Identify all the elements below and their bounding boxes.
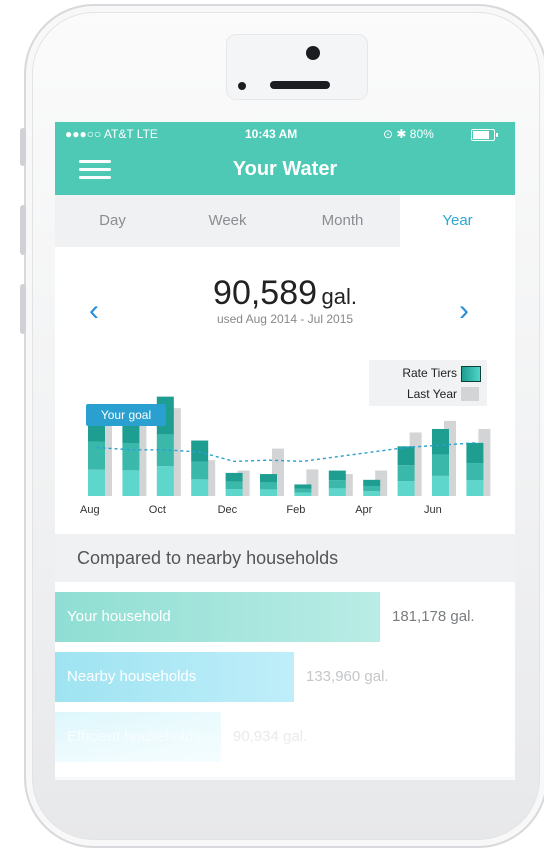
usage-value: 90,589 — [213, 274, 318, 312]
chevron-right-icon[interactable]: › — [459, 294, 469, 328]
tab-week[interactable]: Week — [170, 195, 285, 247]
tab-month[interactable]: Month — [285, 195, 400, 247]
carrier-signal: ●●●○○ AT&T LTE — [65, 127, 158, 141]
usage-bar-segment — [363, 491, 381, 496]
proximity-sensor — [238, 82, 246, 90]
usage-bar-segment — [397, 481, 415, 496]
usage-bar-segment — [191, 479, 209, 496]
battery-percent: 80% — [409, 127, 434, 141]
front-camera — [306, 46, 320, 60]
usage-bar-segment — [88, 469, 105, 496]
usage-bar-apr — [363, 479, 381, 496]
usage-bar-segment — [432, 454, 449, 476]
usage-bar-segment — [225, 472, 243, 482]
usage-bar-segment — [294, 492, 312, 496]
usage-bar-segment — [466, 480, 484, 496]
status-icons: ⊙ ✱ 80% — [383, 127, 434, 141]
x-tick-label: Feb — [286, 504, 306, 516]
usage-bar-segment — [294, 484, 312, 489]
comparison-label: Efficient households — [67, 728, 201, 745]
usage-bar-jan — [260, 474, 277, 496]
x-tick-label: Oct — [148, 504, 166, 516]
earpiece-housing — [226, 34, 368, 100]
status-bar: ●●●○○ AT&T LTE 10:43 AM ⊙ ✱ 80% — [55, 122, 515, 146]
usage-bar-segment — [260, 474, 277, 483]
usage-chart: Your goal — [86, 396, 491, 496]
usage-bar-segment — [466, 442, 484, 464]
comparison-label: Your household — [67, 608, 171, 625]
usage-bar-segment — [225, 489, 243, 496]
comparison-bar-3: Efficient households — [55, 712, 221, 762]
legend-rate-tiers-swatch — [461, 366, 481, 382]
legend-rate-tiers: Rate Tiers — [402, 366, 457, 380]
clock: 10:43 AM — [245, 127, 298, 141]
tab-year[interactable]: Year — [400, 195, 515, 247]
usage-bar-segment — [432, 475, 449, 496]
comparison-value: 133,960 gal. — [306, 668, 389, 685]
usage-bar-segment — [122, 470, 140, 496]
comparison-header: Compared to nearby households — [55, 534, 515, 582]
usage-bar-segment — [363, 479, 381, 486]
usage-bar-segment — [191, 461, 209, 480]
usage-unit: gal. — [321, 284, 357, 309]
usage-bar-segment — [88, 441, 105, 470]
usage-bar-segment — [122, 442, 140, 471]
usage-total: 90,589 gal. used Aug 2014 - Jul 2015 — [185, 274, 385, 326]
usage-bar-segment — [328, 488, 346, 496]
x-tick-label: Aug — [80, 504, 100, 516]
mute-switch — [20, 128, 26, 166]
page-title: Your Water — [232, 158, 338, 180]
comparison-title: Compared to nearby households — [77, 548, 339, 568]
earpiece-speaker — [270, 81, 330, 89]
usage-bar-segment — [466, 463, 484, 481]
usage-bar-jun — [432, 428, 449, 496]
usage-bar-feb — [294, 484, 312, 496]
usage-bar-segment — [397, 465, 415, 482]
usage-bar-segment — [260, 482, 277, 490]
usage-bar-segment — [156, 466, 174, 496]
usage-bar-segment — [363, 485, 381, 492]
x-tick-label: Jun — [424, 504, 442, 516]
phone-screen: ●●●○○ AT&T LTE 10:43 AM ⊙ ✱ 80% Your Wat… — [55, 122, 515, 777]
usage-range: used Aug 2014 - Jul 2015 — [216, 312, 354, 326]
usage-bar-jul — [466, 442, 484, 496]
usage-bar-segment — [397, 446, 415, 466]
usage-bar-segment — [328, 480, 346, 489]
usage-bar-segment — [328, 470, 346, 481]
usage-bar-mar — [328, 470, 346, 496]
volume-up-button — [20, 205, 26, 255]
x-tick-label: Apr — [355, 504, 373, 516]
chevron-left-icon[interactable]: ‹ — [89, 294, 99, 328]
usage-bar-segment — [294, 488, 312, 493]
usage-bar-may — [397, 446, 415, 496]
x-tick-label: Dec — [217, 504, 238, 516]
battery-icon — [471, 129, 498, 141]
comparison-value: 90,934 gal. — [233, 728, 308, 745]
comparison-label: Nearby households — [67, 668, 197, 685]
comparison-value: 181,178 gal. — [392, 608, 475, 625]
usage-bar-segment — [432, 428, 449, 455]
usage-bar-dec — [225, 472, 243, 496]
usage-bar-nov — [191, 440, 209, 496]
goal-tag-label: Your goal — [101, 408, 151, 422]
usage-bar-segment — [260, 489, 277, 496]
period-tabs: Day Week Month Year — [55, 195, 515, 247]
comparison-bar-2: Nearby households — [55, 652, 294, 702]
tab-day[interactable]: Day — [55, 195, 170, 247]
comparison-bar-1: Your household — [55, 592, 380, 642]
volume-down-button — [20, 284, 26, 334]
usage-bar-segment — [225, 481, 243, 490]
